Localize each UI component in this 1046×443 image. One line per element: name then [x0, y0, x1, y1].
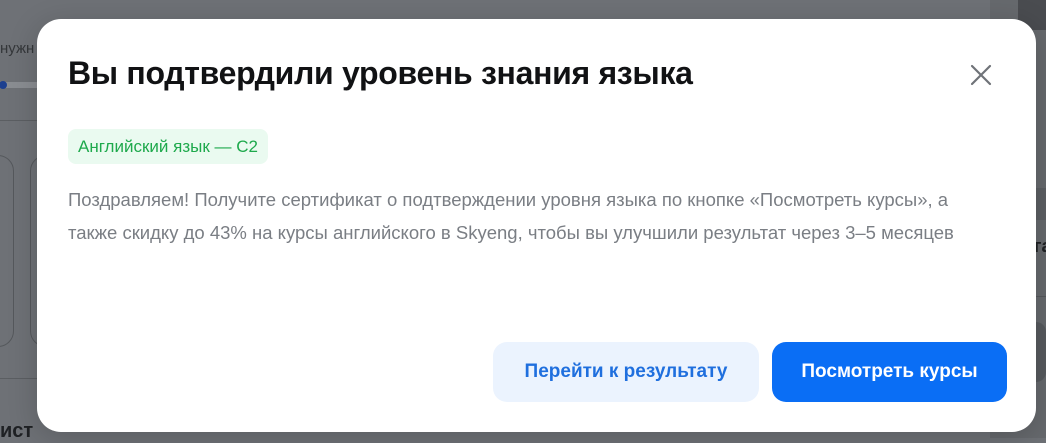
confirmation-modal: Вы подтвердили уровень знания языка Англ…: [37, 19, 1036, 432]
language-level-badge: Английский язык — С2: [68, 129, 268, 164]
background-progress-dot: [0, 81, 7, 89]
modal-title: Вы подтвердили уровень знания языка: [68, 55, 693, 91]
go-to-result-button[interactable]: Перейти к результату: [493, 342, 759, 402]
background-text: нужн: [0, 40, 35, 57]
close-icon: [970, 64, 992, 86]
background-heading: ист: [0, 420, 34, 442]
close-button[interactable]: [961, 55, 1001, 95]
view-courses-button[interactable]: Посмотреть курсы: [772, 342, 1007, 402]
modal-description: Поздравляем! Получите сертификат о подтв…: [68, 189, 954, 243]
background-card: [0, 155, 14, 347]
